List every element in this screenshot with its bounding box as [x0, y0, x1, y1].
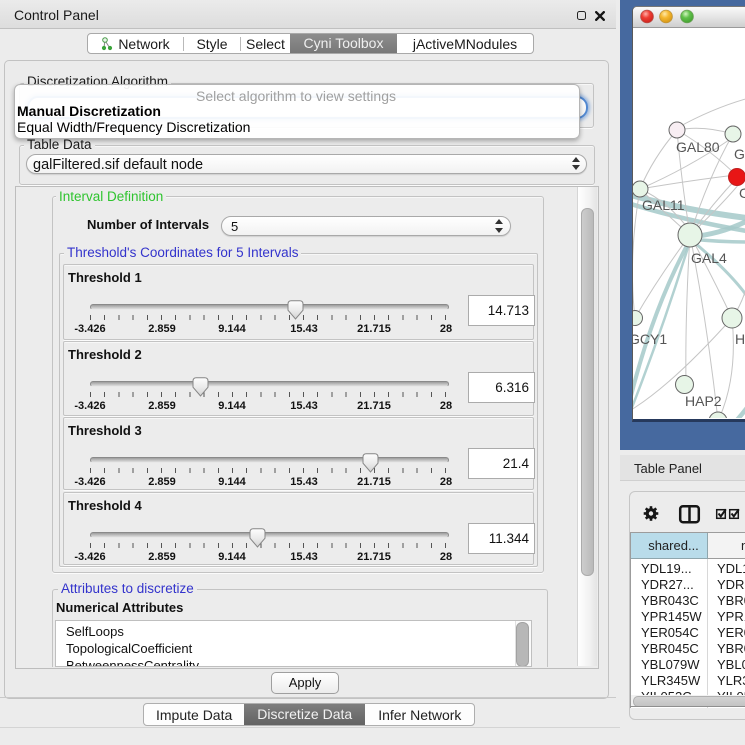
svg-text:GAL4: GAL4: [691, 250, 727, 266]
svg-text:GCY1: GCY1: [633, 331, 667, 347]
svg-text:C: C: [739, 185, 745, 201]
svg-text:GAL80: GAL80: [676, 139, 720, 155]
svg-text:HAP2: HAP2: [685, 393, 722, 409]
svg-text:H: H: [735, 331, 745, 347]
svg-text:GAL11: GAL11: [642, 197, 685, 213]
svg-text:GA: GA: [734, 146, 745, 162]
